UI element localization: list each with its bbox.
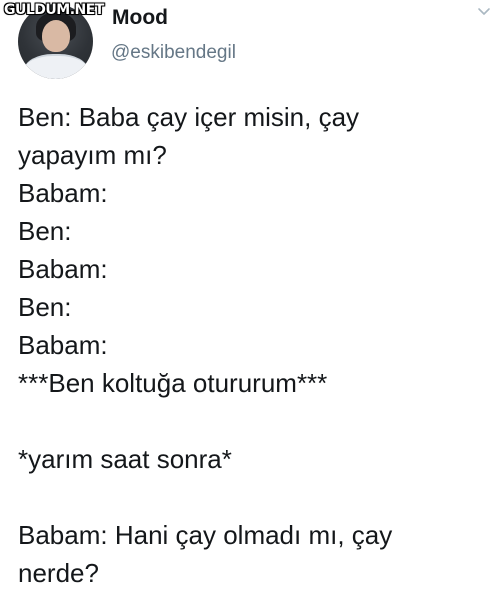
avatar-collar [24,54,88,79]
author-name[interactable]: Mood [112,6,168,30]
tweet-line: Babam: Hani çay olmadı mı, çay [18,520,393,550]
tweet-line: yapayım mı? [18,140,167,170]
tweet-line: ***Ben koltuğa otururum*** [18,368,328,398]
tweet-header: GULDUM.NET Mood @eskibendegil [0,0,500,92]
tweet-line: Ben: Baba çay içer misin, çay [18,102,360,132]
chevron-down-icon[interactable] [476,4,492,20]
tweet-text: Ben: Baba çay içer misin, çay yapayım mı… [18,98,488,592]
tweet-line: *yarım saat sonra* [18,444,232,474]
tweet-line: Ben: [18,292,72,322]
author-handle[interactable]: @eskibendegil [111,42,236,64]
tweet-line: Babam: [18,330,108,360]
tweet-line: Babam: [18,254,108,284]
tweet-line: nerde? [18,558,99,588]
avatar-face [42,20,70,52]
watermark: GULDUM.NET [4,2,104,18]
tweet-line: Babam: [18,178,108,208]
tweet-line: Ben: [18,216,72,246]
